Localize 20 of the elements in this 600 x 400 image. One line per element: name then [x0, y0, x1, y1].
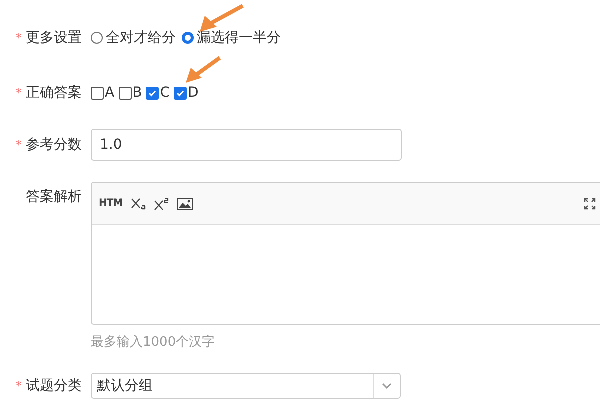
option-label: C: [160, 85, 170, 101]
html-button[interactable]: HTM: [99, 198, 123, 209]
rich-text-editor[interactable]: HTM: [91, 182, 600, 325]
option-label: B: [132, 85, 142, 101]
category-select[interactable]: 默认分组: [91, 373, 401, 399]
option-label: A: [105, 85, 115, 101]
required-asterisk: *: [16, 86, 22, 100]
required-asterisk: *: [16, 138, 22, 152]
score-input[interactable]: 1.0: [91, 129, 402, 161]
option-label: 漏选得一半分: [197, 29, 281, 47]
option-label: D: [188, 85, 199, 101]
field-label: 试题分类: [26, 377, 82, 395]
field-label: 答案解析: [26, 188, 82, 206]
field-label: 参考分数: [26, 136, 82, 154]
required-asterisk: *: [16, 379, 22, 393]
option-label: 全对才给分: [106, 29, 176, 47]
required-asterisk: *: [16, 31, 22, 45]
hint-text: 最多输入1000个汉字: [91, 334, 216, 351]
field-label: 正确答案: [26, 84, 82, 102]
field-label: 更多设置: [26, 29, 82, 47]
